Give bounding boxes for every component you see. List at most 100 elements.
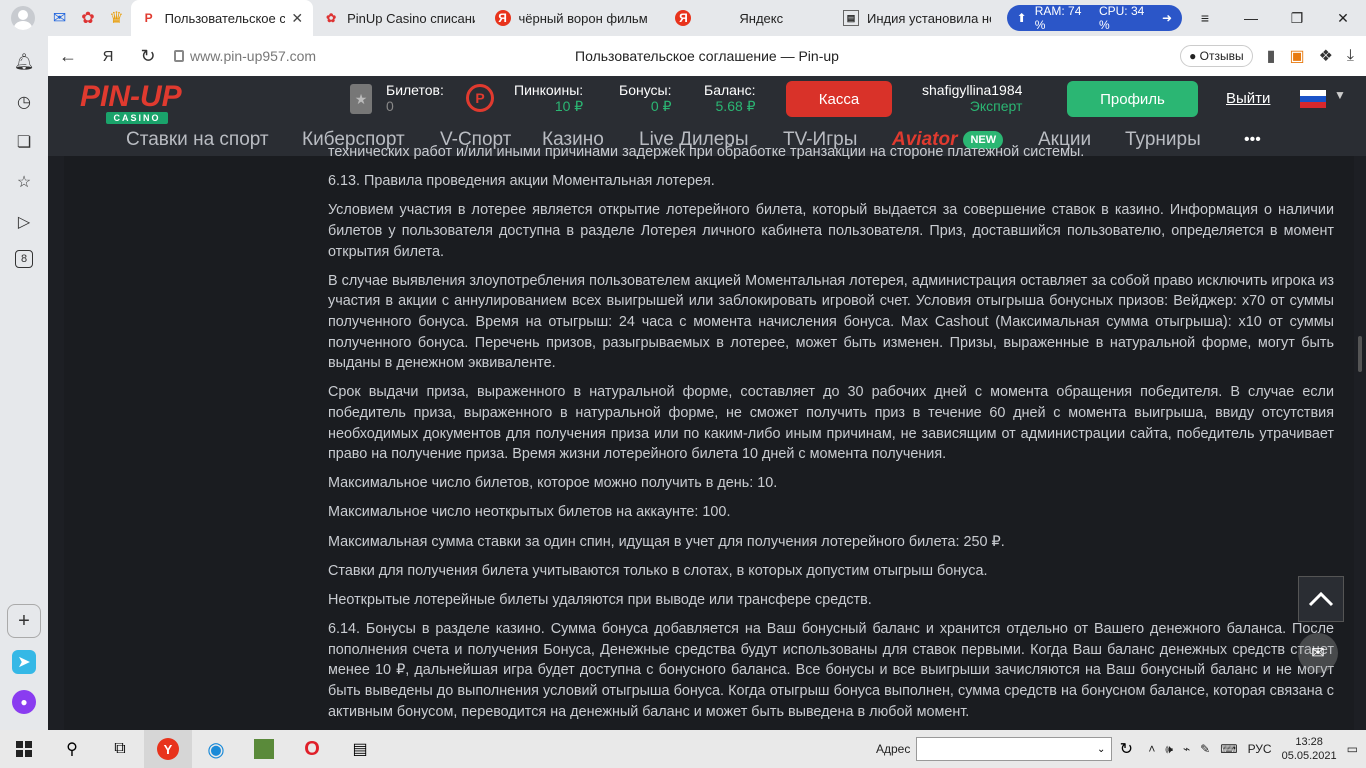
- history-icon[interactable]: ◷: [12, 90, 36, 114]
- chat-icon[interactable]: ✉: [1298, 633, 1338, 673]
- start-button[interactable]: [0, 730, 48, 768]
- mail-icon: ✉: [52, 10, 67, 27]
- search-button[interactable]: ⚲: [48, 730, 96, 768]
- pinkoins-stat[interactable]: Пинкоины: 10 ₽: [514, 82, 583, 114]
- tab-label: Индия установила нов: [867, 10, 991, 26]
- tab-label: чёрный ворон фильм с: [518, 10, 649, 26]
- pinned-tab-mail[interactable]: ✉: [45, 0, 73, 36]
- task-view-button[interactable]: ⧉: [96, 730, 144, 768]
- play-icon[interactable]: ▷: [12, 210, 36, 234]
- balance-label: Баланс:: [704, 82, 756, 98]
- extensions-icon[interactable]: ❖: [1319, 46, 1333, 66]
- russia-flag-icon[interactable]: [1300, 90, 1326, 108]
- chevron-down-icon[interactable]: ⌄: [1097, 744, 1105, 755]
- pinned-tab-crown[interactable]: ♛: [102, 0, 130, 36]
- paragraph: Максимальная сумма ставки за один спин, …: [328, 533, 1005, 550]
- lock-icon: [174, 50, 184, 62]
- scrollbar-thumb[interactable]: [1358, 336, 1362, 372]
- minecraft-icon: [254, 739, 274, 759]
- bonus-value: 0 ₽: [650, 98, 672, 114]
- scroll-top-button[interactable]: [1298, 576, 1344, 622]
- taskbar-address-refresh[interactable]: ↻: [1112, 730, 1140, 768]
- back-button[interactable]: ←: [48, 36, 88, 76]
- ticket-icon[interactable]: ★: [350, 84, 372, 114]
- keyboard-icon[interactable]: ⌨: [1220, 742, 1237, 756]
- browser-tab-strip: ✉ ✿ ♛ P Пользовательское с ✕ ✿ PinUp Cas…: [0, 0, 1366, 36]
- taskbar-app[interactable]: ▤: [336, 730, 384, 768]
- bonus-stat[interactable]: Бонусы: 0 ₽: [619, 82, 672, 114]
- taskbar-address-label: Адрес: [876, 742, 911, 756]
- reviews-label: Отзывы: [1199, 49, 1244, 63]
- taskbar-edge[interactable]: ◉: [192, 730, 240, 768]
- cashier-button[interactable]: Касса: [786, 81, 892, 117]
- notifications-icon[interactable]: ▭: [1347, 742, 1358, 756]
- paragraph: Максимальное число неоткрытых билетов на…: [328, 504, 731, 521]
- star-icon[interactable]: ☆: [12, 170, 36, 194]
- paragraph: 6.14. Бонусы в разделе казино. Сумма бон…: [328, 621, 1334, 720]
- taskbar-address-input[interactable]: ⌄: [916, 737, 1113, 761]
- tab-user-agreement[interactable]: P Пользовательское с ✕: [130, 0, 314, 36]
- profile-avatar[interactable]: [0, 0, 45, 36]
- clock[interactable]: 13:28 05.05.2021: [1282, 735, 1337, 763]
- pinned-tab-gift[interactable]: ✿: [74, 0, 102, 36]
- pinkoin-icon[interactable]: P: [466, 84, 494, 112]
- tab-india[interactable]: ▤ Индия установила нов: [833, 0, 1001, 36]
- username: shafigyllina1984: [922, 82, 1023, 98]
- logo-sub: CASINO: [106, 112, 168, 124]
- logo-text: PIN-UP: [80, 80, 182, 113]
- balance-stat[interactable]: Баланс: 5.68 ₽: [704, 82, 756, 114]
- chevron-up-icon[interactable]: ˄: [1148, 742, 1155, 756]
- yandex-browser-icon: Y: [157, 738, 179, 760]
- bookmark-icon[interactable]: ▮: [1267, 46, 1276, 66]
- bell-icon[interactable]: 🔔︎: [12, 50, 36, 74]
- balance-value: 5.68 ₽: [715, 98, 756, 114]
- paragraph: Ставки для получения билета учитываются …: [328, 562, 988, 579]
- yandex-button[interactable]: Я: [88, 36, 128, 76]
- pen-icon[interactable]: ✎: [1200, 742, 1210, 756]
- alice-icon[interactable]: ●: [12, 690, 36, 714]
- restore-icon: ❐: [1290, 9, 1304, 26]
- language-indicator[interactable]: РУС: [1248, 742, 1272, 756]
- arrow-right-icon: ➜: [1161, 11, 1172, 25]
- reload-button[interactable]: ↻: [128, 36, 168, 76]
- restore-button[interactable]: ❐: [1274, 0, 1320, 36]
- tab-yandex[interactable]: Я Яндекс: [665, 0, 833, 36]
- taskbar-yandex-browser[interactable]: Y: [144, 730, 192, 768]
- url-field[interactable]: www.pin-up957.com: [174, 48, 316, 64]
- paragraph: Условием участия в лотерее является откр…: [328, 202, 1334, 260]
- logout-link[interactable]: Выйти: [1226, 90, 1270, 107]
- network-icon[interactable]: ⌁: [1183, 742, 1190, 756]
- reviews-button[interactable]: ● Отзывы: [1180, 45, 1253, 67]
- content-area: технических работ и/или иными причинами …: [64, 144, 1354, 730]
- profile-button[interactable]: Профиль: [1067, 81, 1198, 117]
- add-icon[interactable]: +: [7, 604, 41, 638]
- chat-bubble-icon: ●: [1189, 49, 1197, 63]
- nav-sport[interactable]: Ставки на спорт: [126, 126, 269, 154]
- messenger-icon[interactable]: ➤: [12, 650, 36, 674]
- perf-monitor[interactable]: ⬆ RAM: 74 % CPU: 34 % ➜: [1006, 4, 1182, 32]
- reload-icon: ↻: [140, 45, 156, 66]
- close-window-button[interactable]: ✕: [1320, 0, 1366, 36]
- cpu-usage: CPU: 34 %: [1098, 4, 1145, 32]
- tickets-label: Билетов:: [386, 82, 444, 98]
- tabs-menu-button[interactable]: ≡: [1182, 0, 1228, 36]
- gift-icon: ✿: [81, 10, 95, 27]
- user-info[interactable]: shafigyllina1984 Эксперт: [922, 82, 1022, 114]
- download-icon[interactable]: ⤓: [1347, 47, 1354, 65]
- paragraph-cut: технических работ и/или иными причинами …: [328, 144, 1085, 160]
- taskbar-minecraft[interactable]: [240, 730, 288, 768]
- taskbar-opera[interactable]: O: [288, 730, 336, 768]
- close-icon[interactable]: ✕: [291, 10, 303, 27]
- chevron-down-icon[interactable]: ▼: [1334, 88, 1346, 102]
- app-icon[interactable]: 8: [15, 250, 33, 268]
- user-level: Эксперт: [969, 98, 1023, 114]
- tab-black-raven[interactable]: Я чёрный ворон фильм с: [485, 0, 666, 36]
- tab-pinup-writeoff[interactable]: ✿ PinUp Casino списание: [313, 0, 484, 36]
- pinup-favicon-icon: P: [144, 11, 153, 25]
- volume-icon[interactable]: 🕪︎: [1165, 742, 1173, 757]
- shop-off-icon[interactable]: ▣: [1289, 46, 1304, 66]
- minimize-button[interactable]: —: [1228, 0, 1274, 36]
- tickets-stat[interactable]: Билетов: 0: [386, 82, 444, 114]
- pinup-logo[interactable]: PIN-UP CASINO: [80, 82, 198, 128]
- collections-icon[interactable]: ❏: [12, 130, 36, 154]
